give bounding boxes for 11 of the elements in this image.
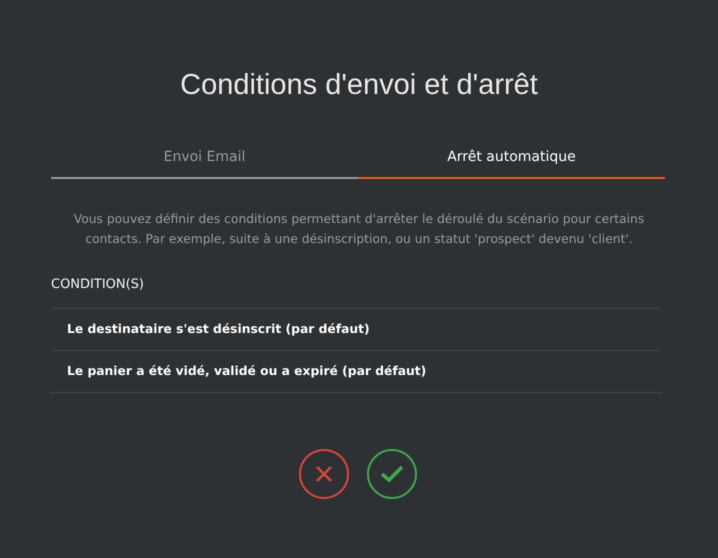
condition-row[interactable]: Le destinataire s'est désinscrit (par défaut)	[51, 309, 661, 351]
check-icon	[380, 464, 404, 484]
section-heading: CONDITION(S)	[51, 277, 661, 309]
tab[interactable]: Arrêt automatique	[358, 149, 665, 179]
tab[interactable]: Envoi Email	[51, 149, 358, 179]
condition-row[interactable]: Le panier a été vidé, validé ou a expiré (par défaut)	[51, 351, 661, 393]
close-icon	[314, 464, 334, 484]
cancel-button[interactable]	[299, 449, 349, 499]
description-text: Vous pouvez définir des conditions permettant d'arrêter le déroulé du scénario pour certains contacts. Par exemple, suite à une désinscription, ou un statut 'prospect' devenu 'client'.	[72, 211, 646, 248]
dialog-title: Conditions d'envoi et d'arrêt	[180, 68, 538, 103]
confirm-button[interactable]	[367, 449, 417, 499]
